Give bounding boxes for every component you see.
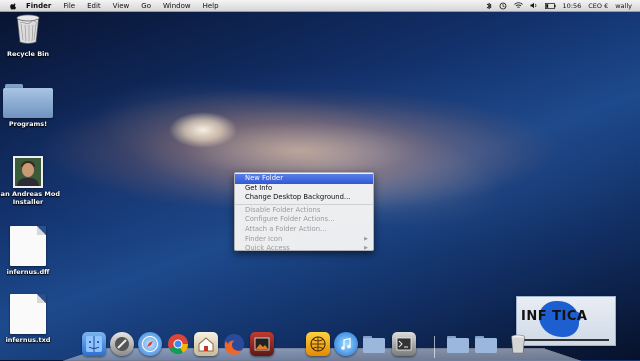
menu-item-new-folder[interactable]: New Folder (235, 174, 373, 184)
document-icon (10, 294, 46, 334)
menu-item-quick-access[interactable]: Quick Access ▶ (235, 244, 373, 254)
desktop-icon-san-andreas-mod-installer[interactable]: San Andreas Mod Installer (0, 156, 60, 206)
menu-separator (235, 203, 373, 205)
menu-item-disable-folder-actions[interactable]: Disable Folder Actions (235, 206, 373, 216)
desktop-icon-label: Recycle Bin (6, 50, 50, 58)
menu-item-label: Configure Folder Actions... (245, 215, 335, 224)
trash-icon (0, 14, 60, 48)
dock-itunes-icon[interactable] (334, 332, 358, 356)
desktop-icon-label: San Andreas Mod Installer (0, 190, 60, 206)
desktop-icon-label: infernus.dff (6, 268, 50, 276)
dock-firefox-icon[interactable] (222, 332, 246, 356)
dock-folder-stack-icon[interactable] (446, 332, 470, 356)
menu-item-label: Quick Access (245, 244, 290, 253)
battery-icon[interactable] (544, 2, 556, 9)
menu-view[interactable]: View (113, 2, 130, 10)
user-name[interactable]: wally (615, 2, 632, 10)
dock-settings-icon[interactable] (392, 332, 416, 356)
menu-item-configure-folder-actions[interactable]: Configure Folder Actions... (235, 215, 373, 225)
dock-network-icon[interactable] (306, 332, 330, 356)
document-icon (10, 226, 46, 266)
wifi-icon[interactable] (513, 2, 523, 9)
dock-photo-app-icon[interactable] (250, 332, 274, 356)
bluetooth-icon[interactable] (486, 2, 492, 10)
status-area: 10:56 CEO € wally (486, 0, 632, 11)
menu-item-label: Finder Icon (245, 234, 283, 243)
desktop-context-menu: New Folder Get Info Change Desktop Backg… (234, 172, 374, 254)
desktop-icon-recycle-bin[interactable]: Recycle Bin (0, 14, 60, 58)
dock-safari-icon[interactable] (138, 332, 162, 356)
desktop-icon-infernus-dff[interactable]: infernus.dff (0, 226, 60, 276)
app-photo-icon (13, 156, 43, 188)
submenu-arrow-icon: ▶ (364, 235, 368, 242)
desktop-icon-label: infernus.txd (5, 336, 51, 344)
menu-edit[interactable]: Edit (87, 2, 101, 10)
menu-item-finder-icon[interactable]: Finder Icon ▶ (235, 235, 373, 245)
menu-item-attach-folder-action[interactable]: Attach a Folder Action... (235, 225, 373, 235)
desktop-icon-infernus-txd[interactable]: infernus.txd (0, 294, 60, 344)
menu-item-change-desktop-background[interactable]: Change Desktop Background... (235, 193, 373, 203)
dock-chrome-icon[interactable] (166, 332, 190, 356)
time-machine-icon[interactable] (499, 2, 507, 10)
menu-item-label: Change Desktop Background... (245, 193, 351, 202)
dock-separator (434, 336, 435, 358)
menu-item-label: Attach a Folder Action... (245, 224, 327, 233)
dock-utility-icon[interactable] (110, 332, 134, 356)
watermark-text: INF TICA (521, 309, 588, 324)
menu-file[interactable]: File (63, 2, 75, 10)
menu-help[interactable]: Help (203, 2, 219, 10)
dock-finder-icon[interactable] (82, 332, 106, 356)
menu-item-label: Get Info (245, 183, 273, 192)
menu-item-get-info[interactable]: Get Info (235, 184, 373, 194)
volume-icon[interactable] (530, 2, 538, 9)
menu-bar: Finder File Edit View Go Window Help 10:… (0, 0, 640, 12)
menu-item-label: Disable Folder Actions (245, 205, 321, 214)
dock-home-icon[interactable] (194, 332, 218, 356)
channel-watermark: INF TICA (516, 296, 616, 346)
desktop-icon-programs[interactable]: Programs! (0, 82, 60, 128)
menu-go[interactable]: Go (141, 2, 151, 10)
clock-time[interactable]: 10:56 (563, 2, 582, 10)
menu-window[interactable]: Window (163, 2, 191, 10)
dock-folder-stack-icon[interactable] (474, 332, 498, 356)
submenu-arrow-icon: ▶ (364, 245, 368, 252)
desktop-icon-label: Programs! (8, 120, 48, 128)
folder-icon (3, 82, 53, 118)
menu-item-label: New Folder (245, 174, 283, 182)
apple-icon[interactable] (10, 1, 18, 10)
dock-folder-icon[interactable] (362, 332, 386, 356)
clock-extra[interactable]: CEO € (588, 2, 608, 10)
menu-finder[interactable]: Finder (26, 2, 51, 10)
dock-trash-icon[interactable] (506, 332, 530, 356)
